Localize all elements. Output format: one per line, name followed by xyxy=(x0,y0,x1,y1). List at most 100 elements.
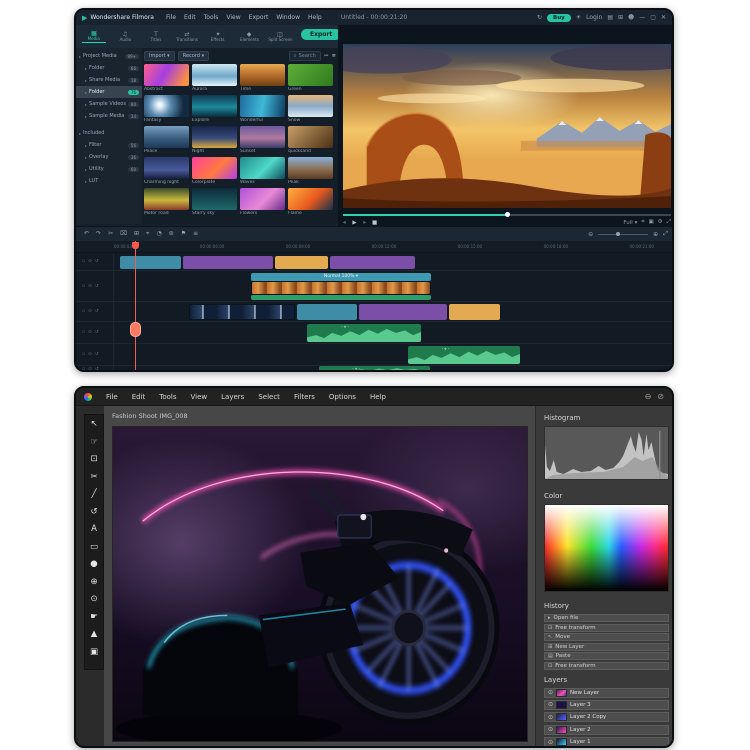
asset-tab[interactable]: ⇄ Transitions xyxy=(175,31,199,43)
login-button[interactable]: Login xyxy=(586,14,602,21)
playhead-handle[interactable] xyxy=(130,322,141,337)
close-button[interactable]: ⊘ xyxy=(657,392,664,401)
tool-button[interactable]: ☞ xyxy=(86,436,102,449)
fit-timeline-icon[interactable]: ⤢ xyxy=(663,230,668,238)
track-icon-1[interactable]: ▫ xyxy=(82,309,85,314)
timeline-clip[interactable] xyxy=(183,256,273,269)
history-item[interactable]: ▸ Open file xyxy=(544,614,669,622)
track-icon-2[interactable]: ⊙ xyxy=(88,309,92,314)
seek-handle[interactable] xyxy=(505,212,510,217)
history-item[interactable]: ↖ Move xyxy=(544,633,669,641)
folder-tree-item[interactable]: ▸ Folder 76 xyxy=(76,86,142,98)
media-thumbnail[interactable]: Snow xyxy=(288,95,333,123)
tool-button[interactable]: ▣ xyxy=(86,646,102,659)
sync-icon[interactable]: ↻ xyxy=(537,14,542,21)
buy-button[interactable]: Buy xyxy=(547,14,571,22)
zoom-knob[interactable] xyxy=(616,232,620,236)
timeline-clip[interactable] xyxy=(408,346,520,364)
history-item[interactable]: ▤ Paste xyxy=(544,652,669,660)
asset-tab[interactable]: ▦ Media xyxy=(82,30,106,43)
timeline-clip[interactable] xyxy=(189,304,295,320)
track-icon-1[interactable]: ▫ xyxy=(82,259,85,264)
menu-item[interactable]: Select xyxy=(258,393,280,401)
timeline-tool-icon[interactable]: ⊚ xyxy=(169,230,174,238)
tool-button[interactable]: ⊕ xyxy=(86,576,102,589)
media-thumbnail[interactable]: Flowers xyxy=(240,188,285,216)
filter-icon[interactable]: ≔ xyxy=(324,53,329,59)
tool-button[interactable]: ╱ xyxy=(86,488,102,501)
media-thumbnail[interactable]: Abstract xyxy=(144,64,189,92)
asset-tab[interactable]: ◆ Elements xyxy=(237,31,261,43)
timeline-tool-icon[interactable]: ⌧ xyxy=(120,230,127,238)
track-icon-3[interactable]: ↺ xyxy=(95,367,99,372)
track-icon-2[interactable]: ⊙ xyxy=(88,367,92,372)
menu-item[interactable]: Export xyxy=(249,14,269,21)
preview-tool-icon[interactable]: ⤢ xyxy=(667,219,671,226)
menu-item[interactable]: Options xyxy=(329,393,356,401)
media-thumbnail[interactable]: Time xyxy=(240,64,285,92)
tool-button[interactable]: ⊡ xyxy=(86,453,102,466)
folder-tree-item[interactable]: ▸ Sample Videos 80 xyxy=(76,98,142,110)
folder-tree-item[interactable]: ▸ LUT xyxy=(76,175,142,187)
minimize-button[interactable]: — xyxy=(639,14,645,21)
media-thumbnail[interactable]: Sunset xyxy=(240,126,285,154)
media-thumbnail[interactable]: quicksand xyxy=(288,126,333,154)
menu-item[interactable]: Edit xyxy=(132,393,146,401)
menu-item[interactable]: File xyxy=(166,14,176,21)
media-thumbnail[interactable]: Aurora xyxy=(192,64,237,92)
track-row[interactable]: ▫ ⊙ ↺ xyxy=(76,344,674,366)
media-thumbnail[interactable]: Colorplate xyxy=(192,157,237,185)
transport-button[interactable]: » xyxy=(363,220,366,226)
timeline-clip[interactable] xyxy=(330,256,415,269)
preview-tool-icon[interactable]: ⌗ xyxy=(641,219,644,226)
media-thumbnail[interactable]: Starry sky xyxy=(192,188,237,216)
visibility-eye-icon[interactable]: ⊙ xyxy=(548,689,553,696)
menu-item[interactable]: View xyxy=(226,14,240,21)
tool-button[interactable]: ☛ xyxy=(86,611,102,624)
timeline-tool-icon[interactable]: ✂ xyxy=(108,230,113,238)
menu-item[interactable]: View xyxy=(191,393,208,401)
clip-blend-label[interactable]: Normal 100% ▾ xyxy=(251,274,431,279)
layer-item[interactable]: ⊙ Layer 3 xyxy=(544,700,669,710)
timeline-clip[interactable] xyxy=(297,304,357,320)
tips-bulb-icon[interactable]: ☀ xyxy=(576,14,581,21)
timeline-ruler[interactable]: 00:00:03:0000:00:06:0000:00:09:0000:00:1… xyxy=(76,241,674,253)
timeline-clip[interactable] xyxy=(449,304,500,320)
visibility-eye-icon[interactable]: ⊙ xyxy=(548,726,553,733)
track-icon-2[interactable]: ⊙ xyxy=(88,330,92,335)
asset-tab[interactable]: ♫ Audio xyxy=(113,31,137,43)
folder-tree-item[interactable]: ▸ Project Media 99+ xyxy=(76,50,142,62)
track-icon-1[interactable]: ▫ xyxy=(82,352,85,357)
tool-button[interactable]: ✂ xyxy=(86,471,102,484)
folder-tree-item[interactable]: ▸ Included xyxy=(76,127,142,139)
export-button[interactable]: Export xyxy=(301,29,341,40)
timeline-tool-icon[interactable]: ↶ xyxy=(84,230,89,238)
folder-tree-item[interactable]: ▸ Sample Media 34 xyxy=(76,110,142,122)
tray-icon[interactable]: ⊞ xyxy=(618,14,623,21)
history-item[interactable]: ⊡ Free transform xyxy=(544,624,669,632)
tray-icon[interactable]: ▤ xyxy=(607,14,613,21)
timeline-clip[interactable] xyxy=(319,366,430,372)
media-thumbnail[interactable]: Wonderful xyxy=(240,95,285,123)
preview-tool-icon[interactable]: ⚙ xyxy=(658,219,663,226)
timeline-tool-icon[interactable]: ◔ xyxy=(156,230,161,238)
track-icon-2[interactable]: ⊙ xyxy=(88,352,92,357)
tool-button[interactable]: A xyxy=(86,523,102,536)
media-thumbnail[interactable]: Flame xyxy=(288,188,333,216)
visibility-eye-icon[interactable]: ⊙ xyxy=(548,714,553,721)
menu-item[interactable]: File xyxy=(106,393,118,401)
list-view-icon[interactable]: ≣ xyxy=(332,53,336,59)
track-icon-3[interactable]: ↺ xyxy=(95,309,99,314)
timeline-tool-icon[interactable]: ⌖ xyxy=(146,230,149,238)
playhead-flag[interactable] xyxy=(132,242,139,249)
timeline-clip[interactable] xyxy=(120,256,181,269)
asset-tab[interactable]: ◫ Split Screen xyxy=(268,31,292,43)
color-picker[interactable] xyxy=(544,504,669,592)
menu-item[interactable]: Layers xyxy=(221,393,244,401)
minimize-button[interactable]: ⊖ xyxy=(645,392,652,401)
track-icon-2[interactable]: ⊙ xyxy=(88,259,92,264)
tray-icon[interactable]: ☻ xyxy=(628,14,634,21)
folder-tree-item[interactable]: ▸ Folder 66 xyxy=(76,62,142,74)
visibility-eye-icon[interactable]: ⊙ xyxy=(548,739,553,746)
media-thumbnail[interactable]: Explore xyxy=(192,95,237,123)
